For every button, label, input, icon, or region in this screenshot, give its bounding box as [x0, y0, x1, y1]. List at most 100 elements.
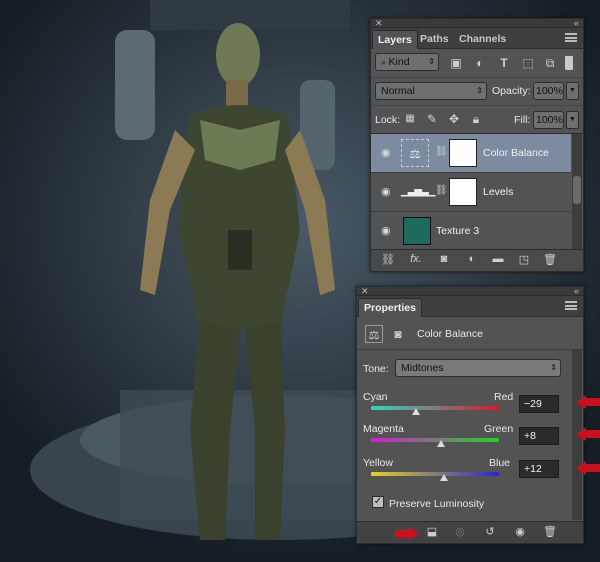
tab-channels[interactable]: Channels [454, 30, 511, 49]
tab-paths[interactable]: Paths [415, 30, 454, 49]
layer-name: Levels [483, 186, 514, 198]
mask-link-icon[interactable]: ⛓ [435, 185, 448, 196]
layer-name: Texture 3 [436, 225, 480, 237]
new-adjustment-icon[interactable]: ◐ [463, 253, 481, 269]
delete-adjustment-icon[interactable]: 🗑︎ [541, 525, 559, 541]
cyan-red-value-field[interactable]: −29 [519, 395, 559, 413]
layers-panel: ✕ « Layers Paths Channels ⌕ Kind ⇕ ▣ ◐ T… [370, 18, 584, 272]
panel-menu-icon[interactable] [565, 33, 577, 42]
layers-panel-titlebar: ✕ « [371, 19, 583, 28]
view-previous-icon[interactable]: ◎ [451, 525, 469, 541]
slider-cyan-label: Cyan [363, 391, 388, 403]
annotation-arrow-yellow-blue [576, 461, 600, 475]
delete-layer-icon[interactable]: 🗑︎ [541, 253, 559, 269]
fill-label: Fill: [514, 114, 531, 126]
fx-icon[interactable]: fx. [407, 253, 425, 269]
preserve-luminosity-label: Preserve Luminosity [389, 498, 485, 510]
collapse-icon[interactable]: « [574, 19, 579, 28]
filter-adjustment-icon[interactable]: ◐ [471, 54, 489, 72]
tab-properties[interactable]: Properties [358, 298, 422, 317]
properties-footer: ⬓ ◎ ↺ ◉ 🗑︎ [357, 521, 583, 543]
properties-header: ⚖ ◙ Color Balance [357, 318, 583, 350]
opacity-field[interactable]: 100% [533, 82, 564, 100]
scrollbar-thumb[interactable] [573, 176, 581, 204]
opacity-dropdown-button[interactable]: ▼ [566, 82, 579, 100]
layers-scrollbar[interactable] [572, 134, 582, 250]
updown-arrow-icon: ⇕ [428, 57, 435, 66]
yellow-blue-slider-thumb[interactable] [440, 474, 448, 481]
slider-green-label: Green [484, 423, 514, 435]
filter-smart-object-icon[interactable]: ⧉ [541, 54, 559, 72]
layers-tabbar: Layers Paths Channels [371, 28, 583, 49]
annotation-arrow-cyan-red [576, 395, 600, 409]
properties-panel-titlebar: ✕ « [357, 287, 583, 296]
visibility-eye-icon[interactable]: ◉ [381, 185, 391, 198]
cyan-red-slider-thumb[interactable] [412, 408, 420, 415]
blend-row: Normal ⇕ Opacity: 100% ▼ [371, 77, 583, 103]
lock-all-icon[interactable]: 🔒︎ [467, 110, 485, 128]
lock-brush-icon[interactable]: ✎ [423, 110, 441, 128]
collapse-icon[interactable]: « [574, 287, 579, 296]
slider-yellow-label: Yellow [363, 457, 393, 469]
lock-row: Lock: ▦ ✎ ✥ 🔒︎ Fill: 100% ▼ [371, 105, 583, 131]
mask-link-icon[interactable]: ⛓ [435, 146, 448, 157]
close-icon[interactable]: ✕ [375, 19, 383, 28]
properties-panel: ✕ « Properties ⚖ ◙ Color Balance Tone: M… [356, 286, 584, 544]
slider-blue-label: Blue [489, 457, 511, 469]
visibility-eye-icon[interactable]: ◉ [381, 146, 391, 159]
filter-shape-icon[interactable]: ⬚ [519, 54, 537, 72]
filter-type-icon[interactable]: T [495, 54, 513, 72]
balance-icon: ⚖ [401, 139, 429, 167]
texture-thumbnail [403, 217, 431, 245]
tone-select[interactable]: Midtones ⇕ [395, 359, 561, 377]
panel-menu-icon[interactable] [565, 301, 577, 310]
add-mask-icon[interactable]: ◙ [435, 253, 453, 269]
properties-title: Color Balance [417, 328, 483, 340]
reset-icon[interactable]: ↺ [481, 525, 499, 541]
visibility-eye-icon[interactable]: ◉ [381, 224, 391, 237]
yellow-blue-value-field[interactable]: +12 [519, 460, 559, 478]
magenta-green-slider-track[interactable] [371, 438, 499, 442]
new-layer-icon[interactable]: ◳ [515, 253, 533, 269]
mask-icon[interactable]: ◙ [389, 325, 407, 343]
yellow-blue-slider-track[interactable] [371, 472, 499, 476]
new-group-icon[interactable]: ▬ [489, 253, 507, 269]
magenta-green-slider-thumb[interactable] [437, 440, 445, 447]
blend-mode-select[interactable]: Normal ⇕ [375, 82, 487, 100]
link-layers-icon[interactable]: ⛓ [379, 253, 397, 269]
tab-layers[interactable]: Layers [372, 30, 418, 49]
fill-dropdown-button[interactable]: ▼ [566, 111, 579, 129]
layers-list: ◉ ⚖ ⛓ Color Balance ◉ ▁▃▅▃▁ ⛓ Levels ◉ T… [371, 133, 583, 250]
clip-to-layer-icon[interactable]: ⬓ [423, 525, 441, 541]
magenta-green-value-field[interactable]: +8 [519, 427, 559, 445]
search-icon: ⌕ [381, 57, 389, 67]
toggle-visibility-eye-icon[interactable]: ◉ [511, 525, 529, 541]
slider-magenta-label: Magenta [363, 423, 404, 435]
filter-toggle[interactable] [565, 56, 573, 70]
opacity-label: Opacity: [492, 85, 531, 97]
filter-kind-select[interactable]: ⌕ Kind ⇕ [375, 53, 439, 71]
updown-arrow-icon: ⇕ [476, 86, 483, 95]
layer-row-color-balance[interactable]: ◉ ⚖ ⛓ Color Balance [371, 134, 571, 173]
filter-pixel-icon[interactable]: ▣ [447, 54, 465, 72]
layer-name: Color Balance [483, 147, 549, 159]
cyan-red-slider-track[interactable] [371, 406, 499, 410]
lock-move-icon[interactable]: ✥ [445, 110, 463, 128]
tone-label: Tone: [363, 363, 389, 375]
levels-icon: ▁▃▅▃▁ [401, 186, 435, 197]
lock-transparent-icon[interactable]: ▦ [401, 110, 419, 128]
layer-row-texture-3[interactable]: ◉ Texture 3 [371, 212, 571, 250]
annotation-arrow-clip [395, 526, 419, 540]
layer-mask-thumbnail[interactable] [449, 139, 477, 167]
properties-tabbar: Properties [357, 296, 583, 317]
lock-label: Lock: [375, 114, 401, 126]
close-icon[interactable]: ✕ [361, 287, 369, 296]
layer-filter-row: ⌕ Kind ⇕ ▣ ◐ T ⬚ ⧉ [371, 50, 583, 76]
layer-mask-thumbnail[interactable] [449, 178, 477, 206]
layers-footer: ⛓ fx. ◙ ◐ ▬ ◳ 🗑︎ [371, 249, 583, 271]
updown-arrow-icon: ⇕ [550, 363, 557, 372]
layer-row-levels[interactable]: ◉ ▁▃▅▃▁ ⛓ Levels [371, 173, 571, 212]
preserve-luminosity-checkbox[interactable]: ✓ [372, 496, 384, 508]
balance-icon: ⚖ [365, 325, 383, 343]
fill-field[interactable]: 100% [533, 111, 564, 129]
